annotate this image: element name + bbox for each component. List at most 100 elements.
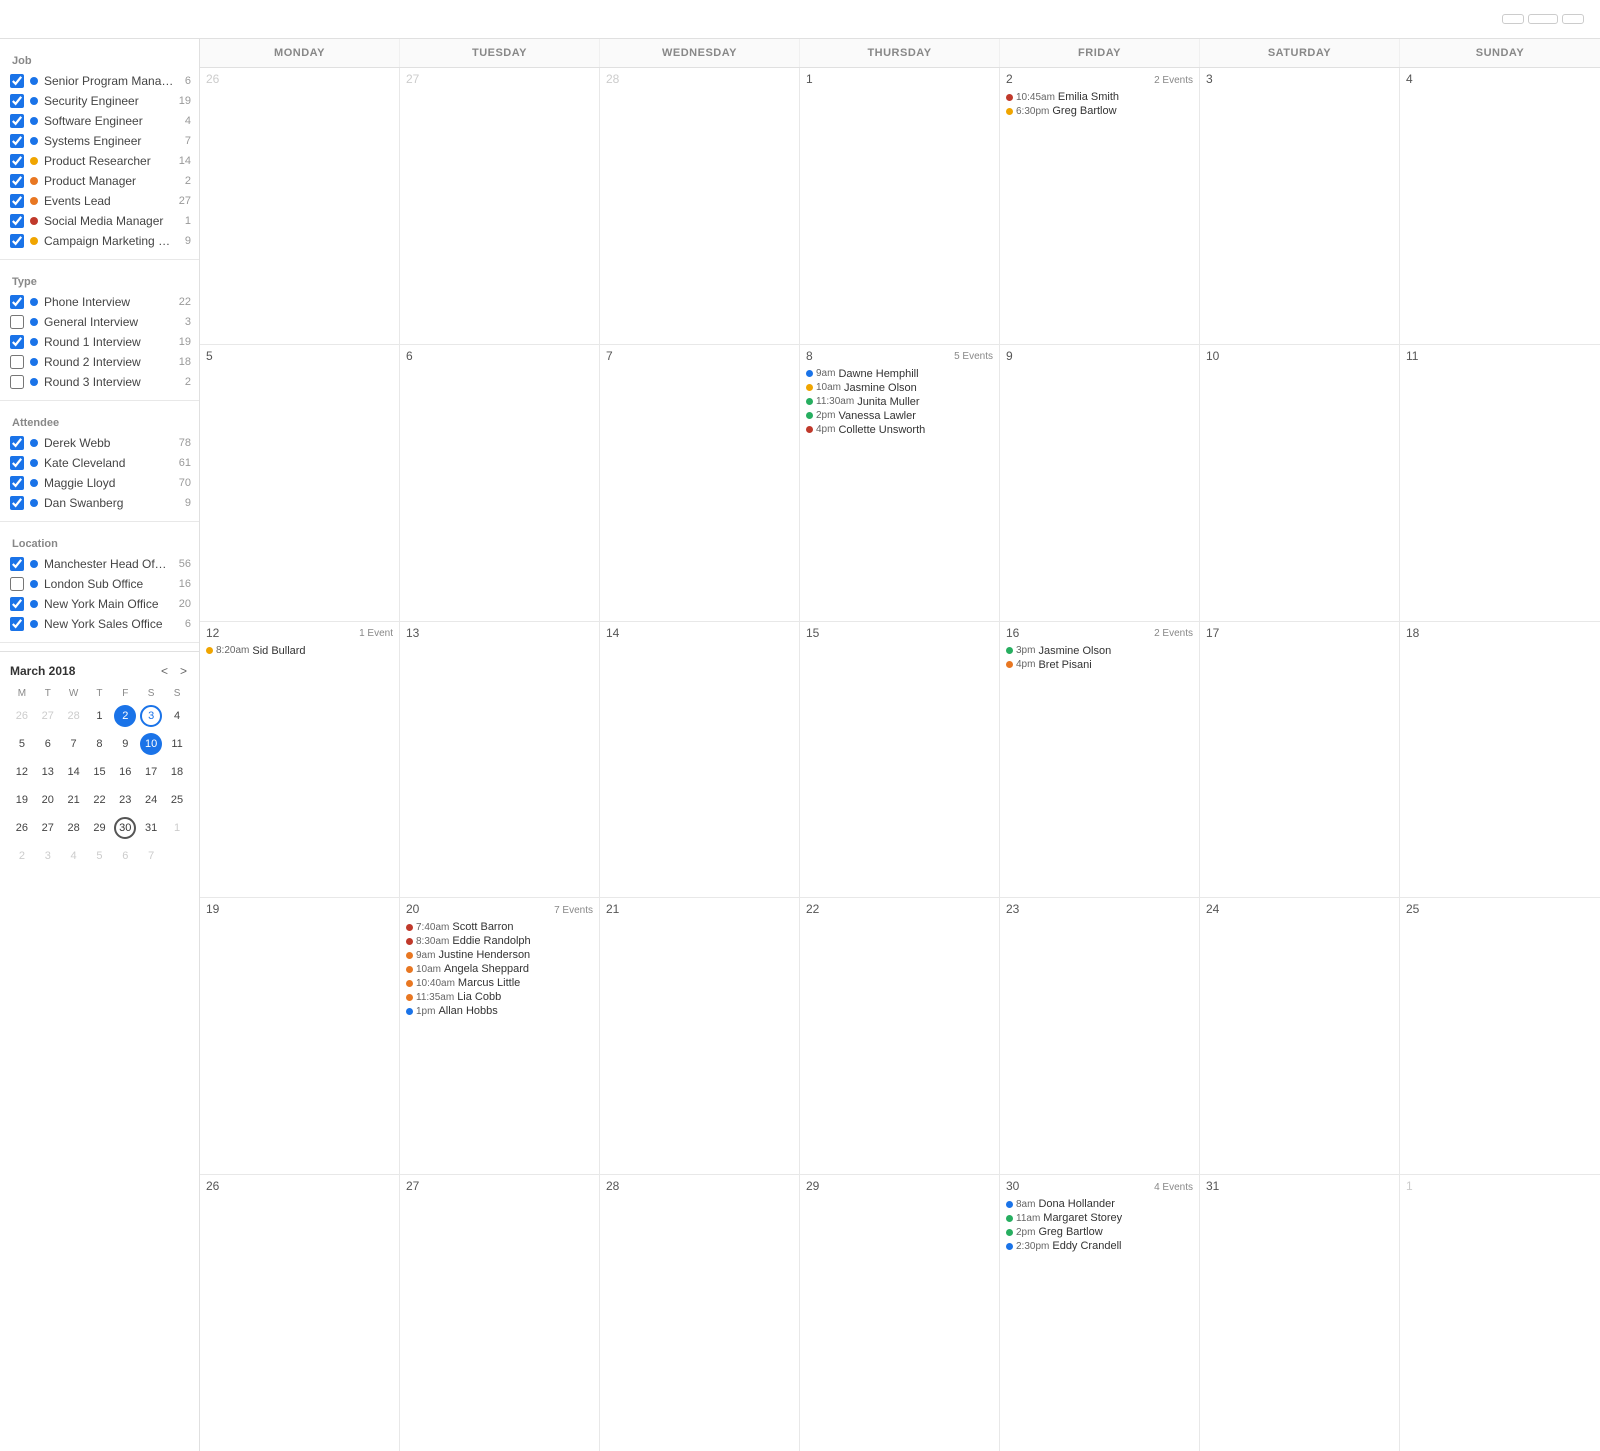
calendar-day[interactable]: 85 Events9amDawne Hemphill10amJasmine Ol… (800, 345, 1000, 621)
sidebar-checkbox[interactable] (10, 174, 24, 188)
sidebar-filter-item[interactable]: Dan Swanberg9 (0, 493, 199, 513)
mini-calendar-day[interactable]: 6 (113, 843, 137, 869)
calendar-event[interactable]: 11:35amLia Cobb (406, 990, 593, 1004)
mini-calendar-day[interactable]: 28 (62, 815, 86, 841)
sidebar-checkbox[interactable] (10, 375, 24, 389)
mini-calendar-day[interactable]: 23 (113, 787, 137, 813)
calendar-day[interactable]: 6 (400, 345, 600, 621)
sidebar-checkbox[interactable] (10, 295, 24, 309)
mini-calendar-day[interactable]: 25 (165, 787, 189, 813)
mini-calendar-day[interactable]: 16 (113, 759, 137, 785)
today-button[interactable] (1528, 14, 1558, 24)
mini-calendar-day[interactable]: 7 (62, 731, 86, 757)
calendar-event[interactable]: 6:30pmGreg Bartlow (1006, 104, 1193, 118)
calendar-day[interactable]: 10 (1200, 345, 1400, 621)
sidebar-filter-item[interactable]: Manchester Head Office56 (0, 554, 199, 574)
sidebar-checkbox[interactable] (10, 476, 24, 490)
mini-calendar-day[interactable]: 21 (62, 787, 86, 813)
calendar-event[interactable]: 4pmBret Pisani (1006, 658, 1193, 672)
mini-calendar-day[interactable]: 28 (62, 703, 86, 729)
mini-calendar-day[interactable]: 19 (10, 787, 34, 813)
mini-calendar-day[interactable]: 27 (36, 703, 60, 729)
calendar-event[interactable]: 10amAngela Sheppard (406, 962, 593, 976)
sidebar-filter-item[interactable]: Product Researcher14 (0, 151, 199, 171)
sidebar-checkbox[interactable] (10, 74, 24, 88)
sidebar-checkbox[interactable] (10, 134, 24, 148)
sidebar-filter-item[interactable]: Security Engineer19 (0, 91, 199, 111)
mini-calendar-day[interactable]: 10 (139, 731, 163, 757)
sidebar-filter-item[interactable]: Systems Engineer7 (0, 131, 199, 151)
mini-calendar-day[interactable]: 3 (139, 703, 163, 729)
calendar-event[interactable]: 8amDona Hollander (1006, 1197, 1193, 1211)
calendar-day[interactable]: 4 (1400, 68, 1600, 344)
calendar-day[interactable]: 14 (600, 622, 800, 898)
sidebar-filter-item[interactable]: Software Engineer4 (0, 111, 199, 131)
sidebar-checkbox[interactable] (10, 315, 24, 329)
mini-calendar-day[interactable]: 8 (88, 731, 112, 757)
calendar-day[interactable]: 11 (1400, 345, 1600, 621)
sidebar-checkbox[interactable] (10, 214, 24, 228)
mini-calendar-day[interactable]: 7 (139, 843, 163, 869)
calendar-event[interactable]: 9amJustine Henderson (406, 948, 593, 962)
calendar-day[interactable]: 19 (200, 898, 400, 1174)
sidebar-filter-item[interactable]: Social Media Manager1 (0, 211, 199, 231)
calendar-day[interactable]: 7 (600, 345, 800, 621)
sidebar-checkbox[interactable] (10, 154, 24, 168)
calendar-day[interactable]: 207 Events7:40amScott Barron8:30amEddie … (400, 898, 600, 1174)
next-button[interactable] (1562, 14, 1584, 24)
mini-calendar-day[interactable]: 5 (10, 731, 34, 757)
mini-calendar-day[interactable]: 9 (113, 731, 137, 757)
mini-calendar-day[interactable]: 31 (139, 815, 163, 841)
calendar-event[interactable]: 2pmVanessa Lawler (806, 409, 993, 423)
mini-calendar-day[interactable]: 27 (36, 815, 60, 841)
calendar-day[interactable]: 27 (400, 1175, 600, 1451)
calendar-event[interactable]: 10:40amMarcus Little (406, 976, 593, 990)
mini-calendar-day[interactable]: 29 (88, 815, 112, 841)
calendar-day[interactable]: 31 (1200, 1175, 1400, 1451)
sidebar-filter-item[interactable]: Derek Webb78 (0, 433, 199, 453)
mini-calendar-next-button[interactable]: > (178, 664, 189, 678)
calendar-day[interactable]: 23 (1000, 898, 1200, 1174)
sidebar-filter-item[interactable]: Campaign Marketing Ma...9 (0, 231, 199, 251)
calendar-event[interactable]: 11:30amJunita Muller (806, 395, 993, 409)
calendar-day[interactable]: 29 (800, 1175, 1000, 1451)
calendar-event[interactable]: 4pmCollette Unsworth (806, 423, 993, 437)
calendar-event[interactable]: 8:30amEddie Randolph (406, 934, 593, 948)
sidebar-filter-item[interactable]: Phone Interview22 (0, 292, 199, 312)
calendar-event[interactable]: 2:30pmEddy Crandell (1006, 1239, 1193, 1253)
calendar-event[interactable]: 9amDawne Hemphill (806, 367, 993, 381)
mini-calendar-day[interactable]: 26 (10, 815, 34, 841)
sidebar-checkbox[interactable] (10, 557, 24, 571)
sidebar-checkbox[interactable] (10, 456, 24, 470)
calendar-day[interactable]: 3 (1200, 68, 1400, 344)
calendar-day[interactable]: 28 (600, 68, 800, 344)
mini-calendar-day[interactable]: 1 (88, 703, 112, 729)
calendar-day[interactable]: 25 (1400, 898, 1600, 1174)
sidebar-filter-item[interactable]: Senior Program Manage...6 (0, 71, 199, 91)
mini-calendar-day[interactable]: 24 (139, 787, 163, 813)
mini-calendar-day[interactable]: 14 (62, 759, 86, 785)
mini-calendar-day[interactable]: 2 (10, 843, 34, 869)
mini-calendar-day[interactable]: 17 (139, 759, 163, 785)
calendar-day[interactable]: 9 (1000, 345, 1200, 621)
calendar-event[interactable]: 2pmGreg Bartlow (1006, 1225, 1193, 1239)
sidebar-checkbox[interactable] (10, 114, 24, 128)
sidebar-filter-item[interactable]: General Interview3 (0, 312, 199, 332)
calendar-day[interactable]: 162 Events3pmJasmine Olson4pmBret Pisani (1000, 622, 1200, 898)
calendar-event[interactable]: 1pmAllan Hobbs (406, 1004, 593, 1018)
calendar-day[interactable]: 304 Events8amDona Hollander11amMargaret … (1000, 1175, 1200, 1451)
sidebar-checkbox[interactable] (10, 234, 24, 248)
calendar-day[interactable]: 22 Events10:45amEmilia Smith6:30pmGreg B… (1000, 68, 1200, 344)
sidebar-filter-item[interactable]: Events Lead27 (0, 191, 199, 211)
mini-calendar-day[interactable]: 6 (36, 731, 60, 757)
sidebar-checkbox[interactable] (10, 617, 24, 631)
calendar-day[interactable]: 121 Event8:20amSid Bullard (200, 622, 400, 898)
mini-calendar-day[interactable]: 26 (10, 703, 34, 729)
sidebar-checkbox[interactable] (10, 335, 24, 349)
sidebar-filter-item[interactable]: London Sub Office16 (0, 574, 199, 594)
calendar-day[interactable]: 26 (200, 68, 400, 344)
calendar-day[interactable]: 13 (400, 622, 600, 898)
calendar-event[interactable]: 3pmJasmine Olson (1006, 644, 1193, 658)
mini-calendar-day[interactable]: 18 (165, 759, 189, 785)
sidebar-filter-item[interactable]: New York Sales Office6 (0, 614, 199, 634)
